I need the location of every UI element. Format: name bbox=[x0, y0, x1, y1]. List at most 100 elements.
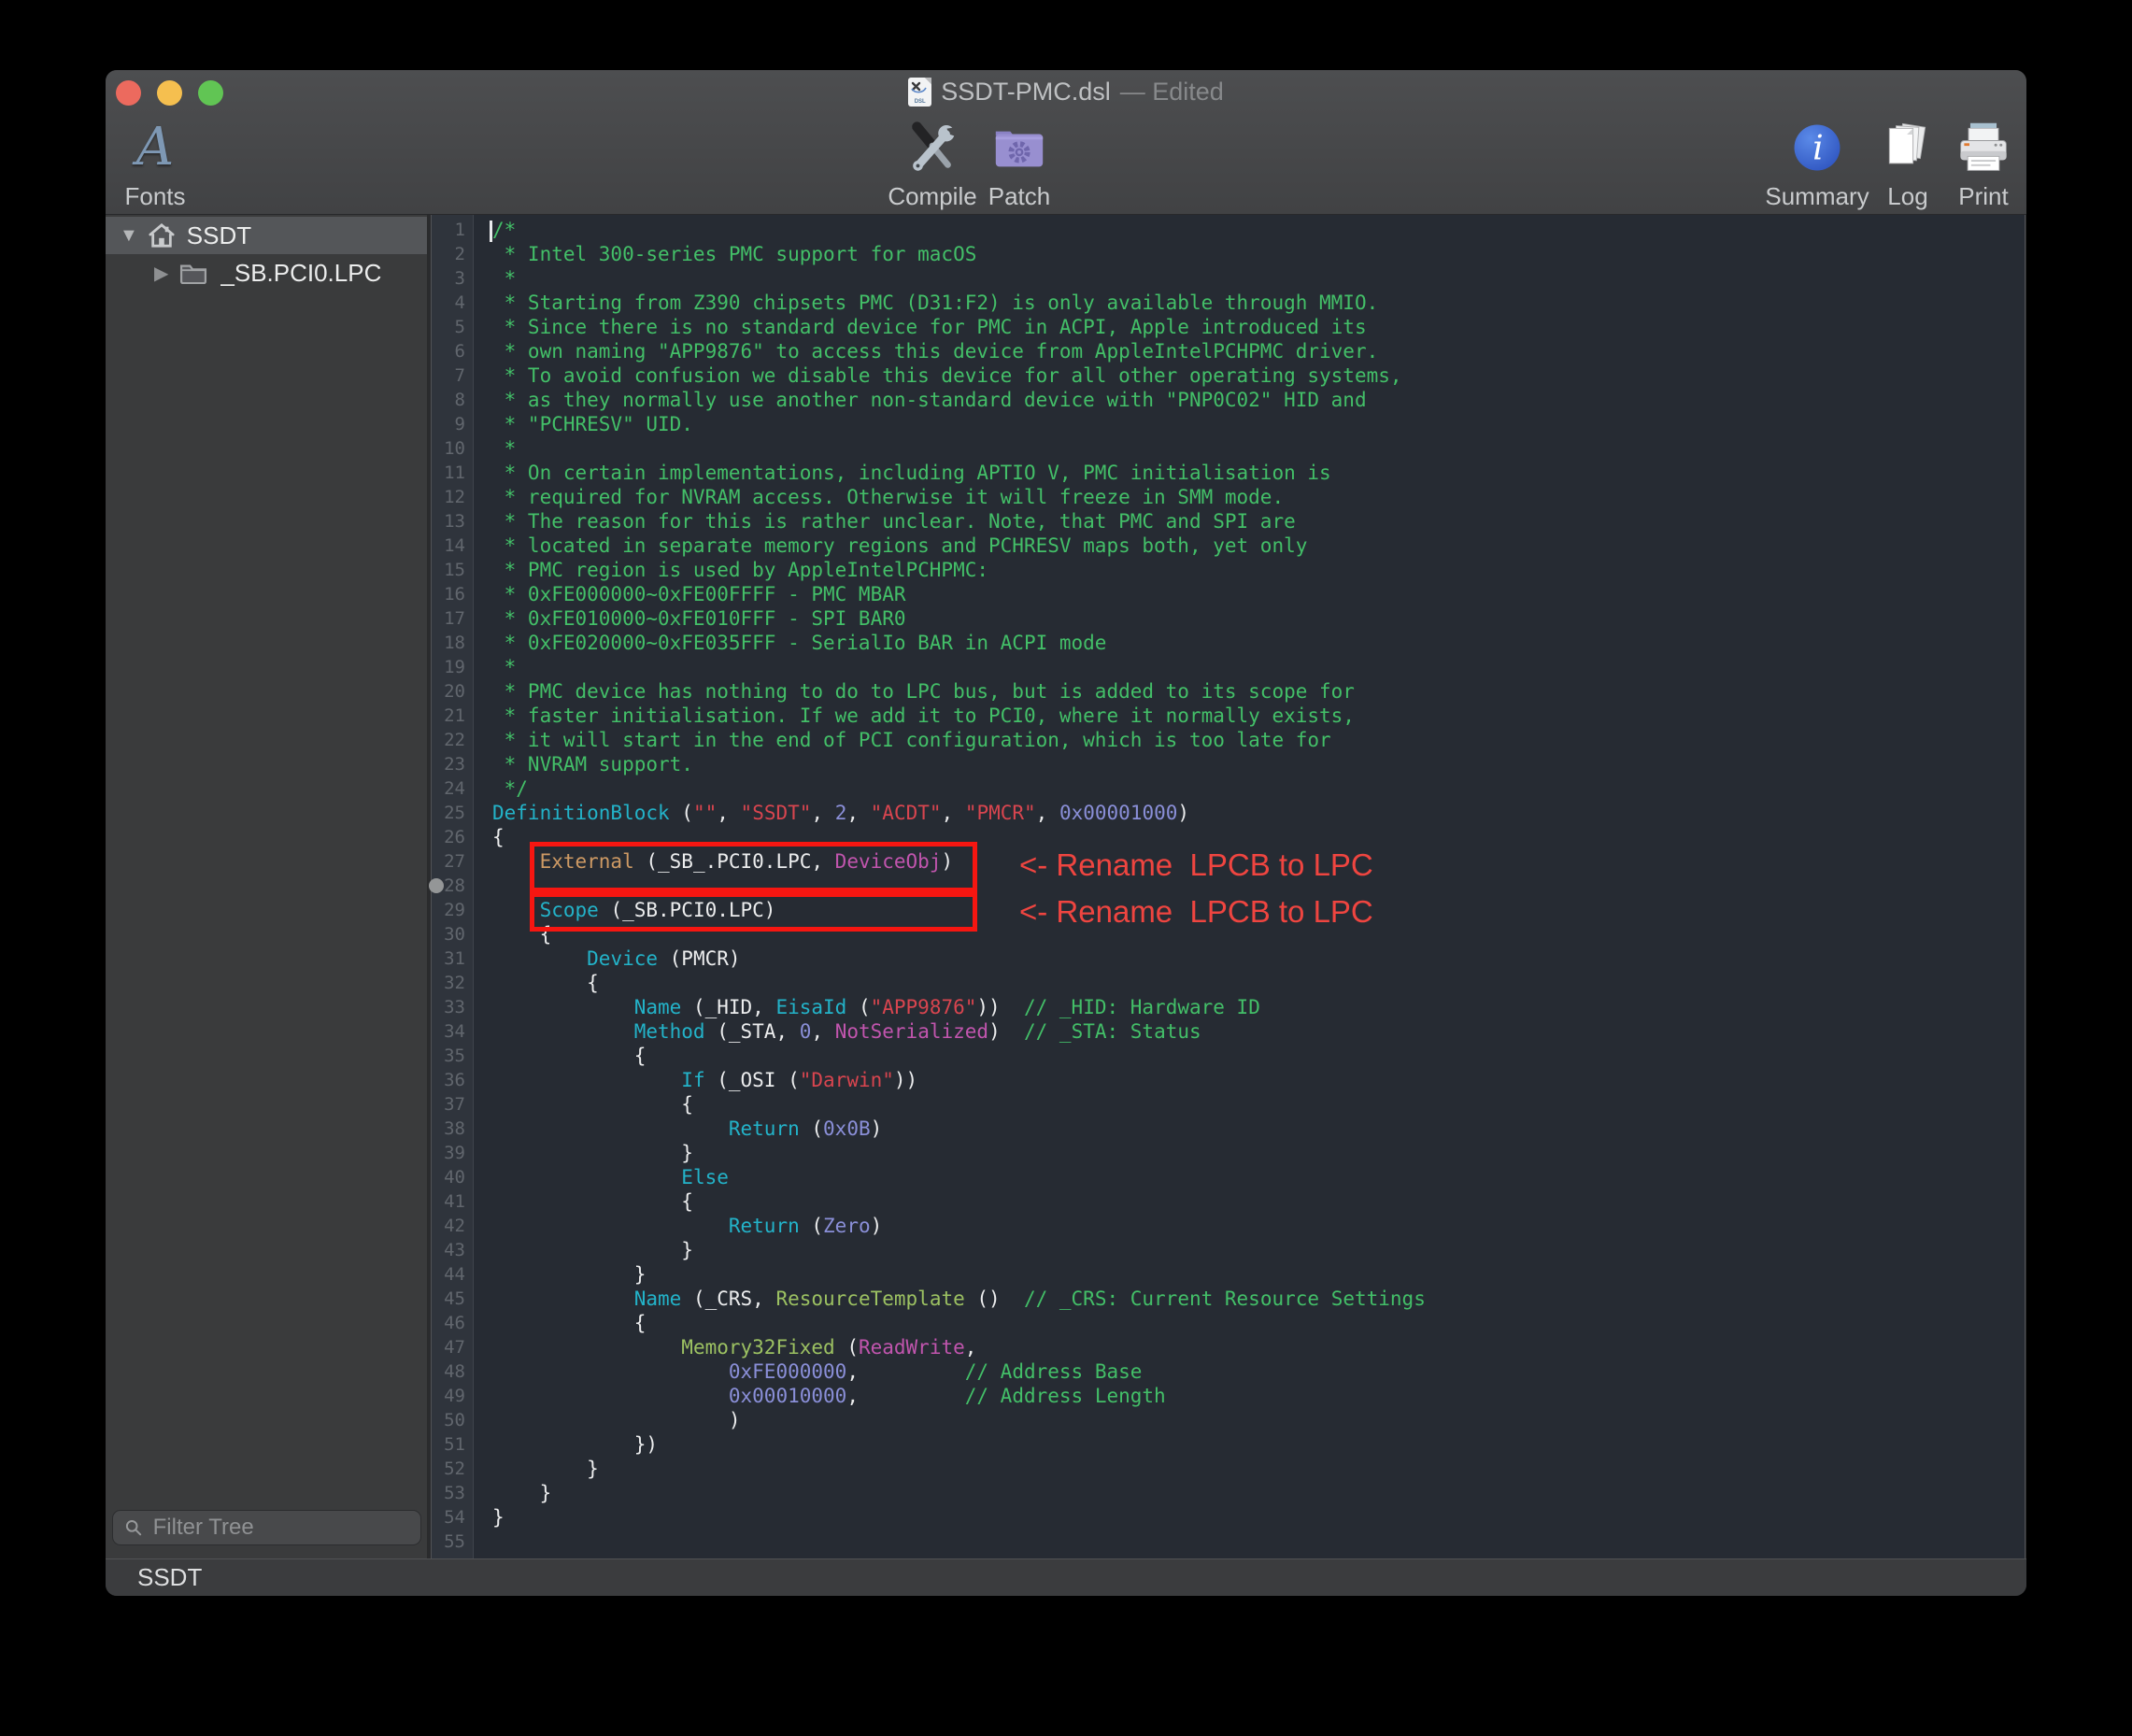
code-line: 51 }) bbox=[432, 1432, 2025, 1457]
code-text: * required for NVRAM access. Otherwise i… bbox=[473, 485, 2025, 509]
code-line: 48 0xFE000000, // Address Base bbox=[432, 1359, 2025, 1384]
line-number: 13 bbox=[432, 509, 473, 534]
line-number: 49 bbox=[432, 1384, 473, 1408]
code-line: 9 * "PCHRESV" UID. bbox=[432, 412, 2025, 436]
patch-button[interactable]: Patch bbox=[977, 113, 1061, 211]
minimize-button[interactable] bbox=[157, 80, 182, 106]
line-number: 11 bbox=[432, 461, 473, 485]
compile-button[interactable]: Compile bbox=[881, 113, 984, 211]
print-button[interactable]: Print bbox=[1944, 113, 2023, 211]
line-number: 27 bbox=[432, 849, 473, 874]
pages-icon bbox=[1880, 117, 1936, 178]
chevron-down-icon[interactable]: ▼ bbox=[120, 225, 138, 247]
line-number: 1 bbox=[432, 218, 473, 242]
document-icon: DSL bbox=[908, 78, 931, 107]
code-text: * To avoid confusion we disable this dev… bbox=[473, 363, 2025, 388]
line-number: 4 bbox=[432, 291, 473, 315]
code-text: * PMC device has nothing to do to LPC bu… bbox=[473, 679, 2025, 704]
line-number: 31 bbox=[432, 946, 473, 971]
code-line: 25DefinitionBlock ("", "SSDT", 2, "ACDT"… bbox=[432, 801, 2025, 825]
code-line: 14 * located in separate memory regions … bbox=[432, 534, 2025, 558]
code-line: 39 } bbox=[432, 1141, 2025, 1165]
line-number: 51 bbox=[432, 1432, 473, 1457]
filter-tree-box bbox=[112, 1510, 421, 1545]
content-area: ▼ SSDT ▶ bbox=[106, 215, 2026, 1558]
code-text: If (_OSI ("Darwin")) bbox=[473, 1068, 2025, 1092]
printer-icon bbox=[1955, 117, 2011, 178]
code-text: Else bbox=[473, 1165, 2025, 1189]
line-number: 53 bbox=[432, 1481, 473, 1505]
code-line: 54} bbox=[432, 1505, 2025, 1530]
code-line: 22 * it will start in the end of PCI con… bbox=[432, 728, 2025, 752]
code-text: }) bbox=[473, 1432, 2025, 1457]
line-number: 18 bbox=[432, 631, 473, 655]
code-line: 40 Else bbox=[432, 1165, 2025, 1189]
code-text: * The reason for this is rather unclear.… bbox=[473, 509, 2025, 534]
code-line: 4 * Starting from Z390 chipsets PMC (D31… bbox=[432, 291, 2025, 315]
annotation-text-1: <- Rename LPCB to LPC bbox=[1019, 847, 1373, 884]
code-text: * 0xFE010000~0xFE010FFF - SPI BAR0 bbox=[473, 606, 2025, 631]
code-line: 43 } bbox=[432, 1238, 2025, 1262]
line-number: 15 bbox=[432, 558, 473, 582]
code-text: * NVRAM support. bbox=[473, 752, 2025, 776]
line-number: 42 bbox=[432, 1214, 473, 1238]
code-line: 23 * NVRAM support. bbox=[432, 752, 2025, 776]
line-number: 9 bbox=[432, 412, 473, 436]
line-number: 37 bbox=[432, 1092, 473, 1117]
code-text: * Intel 300-series PMC support for macOS bbox=[473, 242, 2025, 266]
chevron-right-icon[interactable]: ▶ bbox=[154, 262, 168, 285]
zoom-button[interactable] bbox=[198, 80, 223, 106]
fonts-button[interactable]: A Fonts bbox=[113, 113, 197, 211]
line-number: 19 bbox=[432, 655, 473, 679]
code-line: 45 Name (_CRS, ResourceTemplate () // _C… bbox=[432, 1287, 2025, 1311]
code-line: 47 Memory32Fixed (ReadWrite, bbox=[432, 1335, 2025, 1359]
code-line: 41 { bbox=[432, 1189, 2025, 1214]
line-number: 35 bbox=[432, 1044, 473, 1068]
line-number: 50 bbox=[432, 1408, 473, 1432]
line-number: 33 bbox=[432, 995, 473, 1019]
code-line: 34 Method (_STA, 0, NotSerialized) // _S… bbox=[432, 1019, 2025, 1044]
code-text: * faster initialisation. If we add it to… bbox=[473, 704, 2025, 728]
line-number: 25 bbox=[432, 801, 473, 825]
code-text: Device (PMCR) bbox=[473, 946, 2025, 971]
code-line: 31 Device (PMCR) bbox=[432, 946, 2025, 971]
log-button[interactable]: Log bbox=[1875, 113, 1940, 211]
line-number: 6 bbox=[432, 339, 473, 363]
code-text: Memory32Fixed (ReadWrite, bbox=[473, 1335, 2025, 1359]
line-number: 44 bbox=[432, 1262, 473, 1287]
sidebar-item-ssdt[interactable]: ▼ SSDT bbox=[106, 217, 427, 254]
code-line: 32 { bbox=[432, 971, 2025, 995]
code-line: 46 { bbox=[432, 1311, 2025, 1335]
line-number: 3 bbox=[432, 266, 473, 291]
line-number: 38 bbox=[432, 1117, 473, 1141]
line-number: 23 bbox=[432, 752, 473, 776]
line-number: 39 bbox=[432, 1141, 473, 1165]
code-line: 49 0x00010000, // Address Length bbox=[432, 1384, 2025, 1408]
code-text: { bbox=[473, 1311, 2025, 1335]
code-text: } bbox=[473, 1238, 2025, 1262]
code-text: 0xFE000000, // Address Base bbox=[473, 1359, 2025, 1384]
code-text: } bbox=[473, 1141, 2025, 1165]
line-number: 47 bbox=[432, 1335, 473, 1359]
line-number: 10 bbox=[432, 436, 473, 461]
line-number: 8 bbox=[432, 388, 473, 412]
line-number: 16 bbox=[432, 582, 473, 606]
sidebar-item-label: _SB.PCI0.LPC bbox=[220, 259, 381, 288]
code-editor[interactable]: 1/*2 * Intel 300-series PMC support for … bbox=[431, 215, 2025, 1558]
code-line: 3 * bbox=[432, 266, 2025, 291]
code-text: * bbox=[473, 436, 2025, 461]
line-number: 26 bbox=[432, 825, 473, 849]
status-bar: SSDT bbox=[106, 1558, 2026, 1596]
code-text: Name (_HID, EisaId ("APP9876")) // _HID:… bbox=[473, 995, 2025, 1019]
sidebar-item-sb-pci0-lpc[interactable]: ▶ _SB.PCI0.LPC bbox=[106, 254, 427, 292]
code-text: * bbox=[473, 655, 2025, 679]
filter-tree-input[interactable] bbox=[151, 1514, 409, 1542]
status-path: SSDT bbox=[137, 1563, 202, 1592]
close-button[interactable] bbox=[116, 80, 141, 106]
code-text: * PMC region is used by AppleIntelPCHPMC… bbox=[473, 558, 2025, 582]
code-line: 16 * 0xFE000000~0xFE00FFFF - PMC MBAR bbox=[432, 582, 2025, 606]
annotation-text-2: <- Rename LPCB to LPC bbox=[1019, 893, 1373, 931]
line-number: 21 bbox=[432, 704, 473, 728]
summary-button[interactable]: i Summary bbox=[1756, 113, 1878, 211]
code-line: 6 * own naming "APP9876" to access this … bbox=[432, 339, 2025, 363]
